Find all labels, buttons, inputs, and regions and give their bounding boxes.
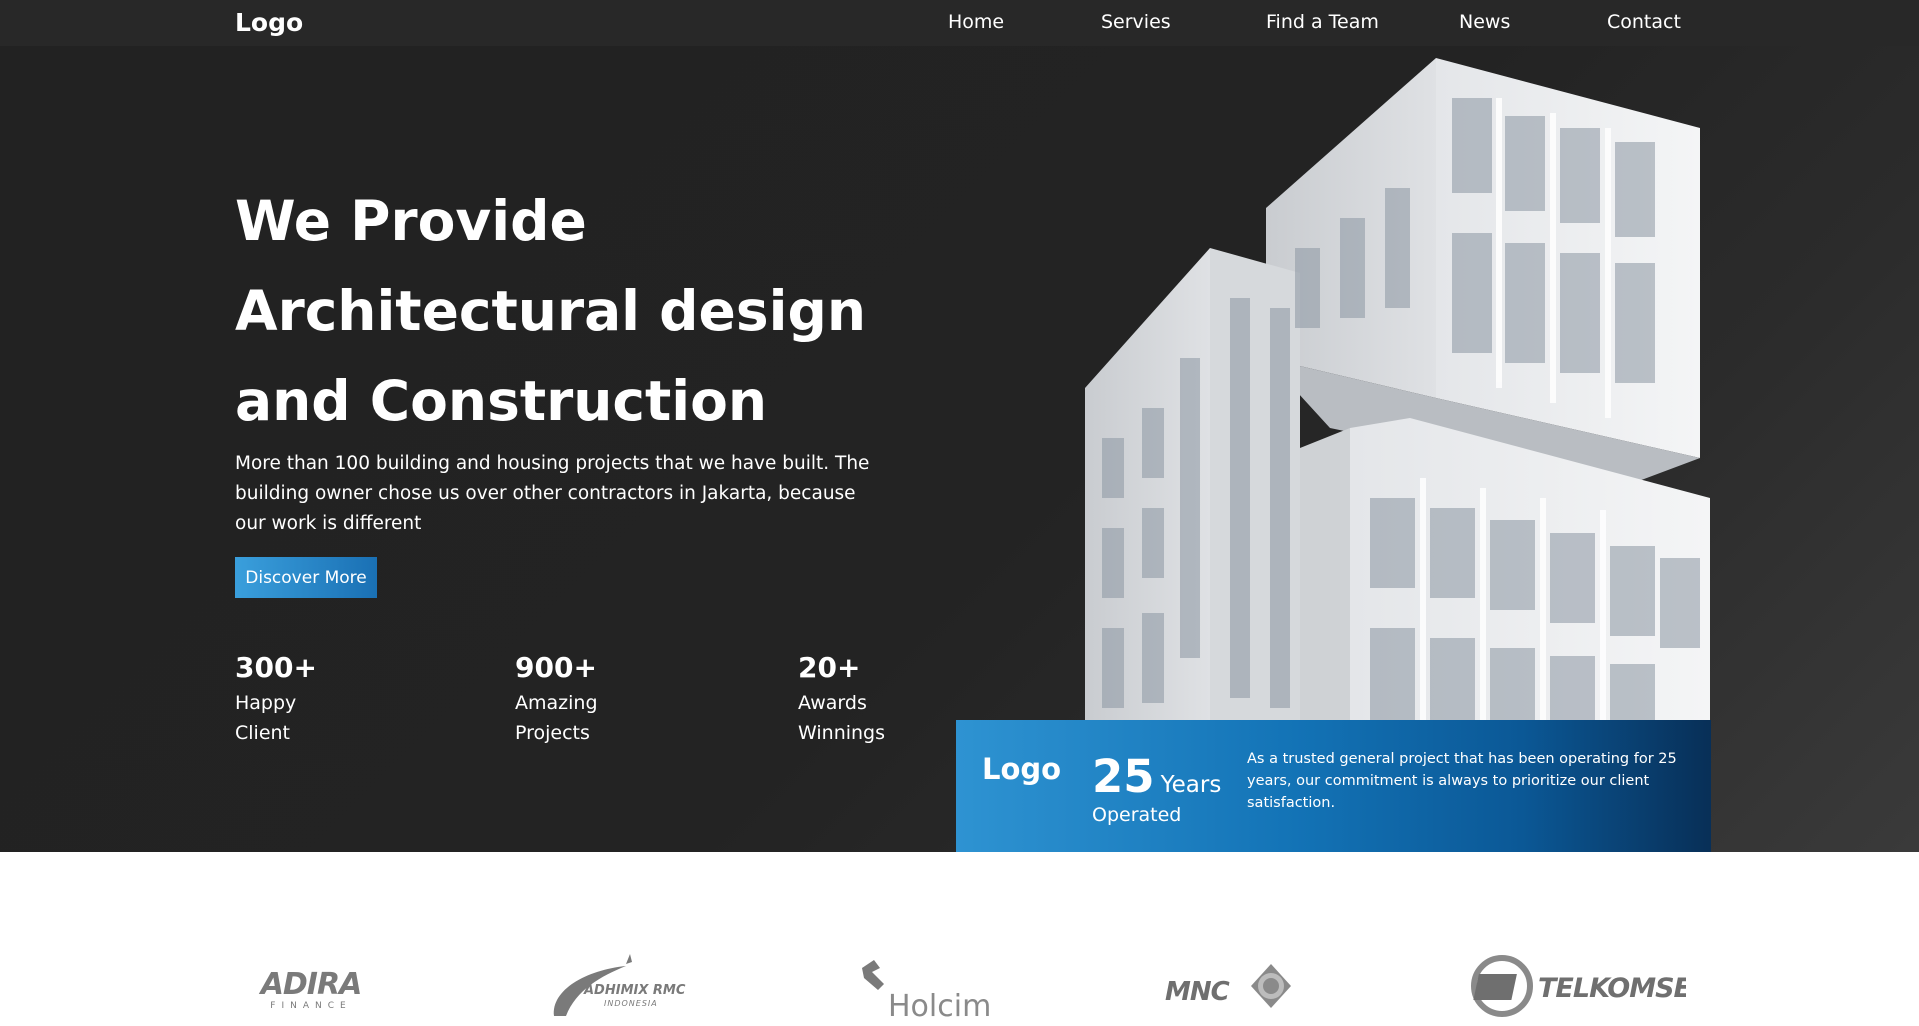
stat-label-line: Happy [235, 692, 297, 714]
operated-label: Operated [1092, 804, 1182, 826]
hero-title: We Provide Architectural design and Cons… [235, 189, 866, 433]
stat-amazing-projects: 900+ Amazing Projects [515, 650, 645, 748]
stat-label-line: Amazing [515, 692, 598, 714]
adira-finance-logo: ADIRA FINANCE [259, 967, 363, 1011]
nav-link-find-a-team[interactable]: Find a Team [1266, 11, 1459, 33]
nav-link-home[interactable]: Home [948, 11, 1101, 33]
telkomsel-logo-text: TELKOMSEL [1538, 973, 1686, 1004]
nav-link-contact[interactable]: Contact [1607, 11, 1681, 33]
discover-more-button[interactable]: Discover More [235, 557, 377, 598]
stat-awards-winnings: 20+ Awards Winnings [798, 650, 928, 748]
stat-number: 20+ [798, 651, 861, 684]
card-description: As a trusted general project that has be… [1247, 751, 1677, 811]
adhimix-rmc-logo: ADHIMIX RMC INDONESIA [553, 954, 686, 1016]
adhimix-logo-text: ADHIMIX RMC [583, 983, 686, 998]
nav-logo[interactable]: Logo [235, 8, 303, 37]
years-operated: 25 Years [1092, 750, 1221, 803]
company-info-card: Logo 25 Years Operated As a trusted gener… [956, 720, 1711, 852]
holcim-logo: Holcim [862, 960, 991, 1020]
stat-label: Happy Client [235, 688, 395, 748]
telkomsel-logo: TELKOMSEL [1471, 955, 1686, 1017]
hero-section: We Provide Architectural design and Cons… [0, 46, 1919, 852]
hero-description: More than 100 building and housing proje… [235, 453, 870, 534]
stat-label-line: Projects [515, 722, 590, 744]
top-navbar: Logo Home Servies Find a Team News Conta… [0, 0, 1919, 46]
stat-number: 300+ [235, 651, 317, 684]
stat-label-line: Awards [798, 692, 867, 714]
stat-number: 900+ [515, 651, 597, 684]
stat-happy-client: 300+ Happy Client [235, 650, 395, 748]
adira-logo-subtext: FINANCE [270, 1001, 351, 1011]
stat-label: Awards Winnings [798, 688, 928, 748]
client-logos-strip: ADIRA FINANCE ADHIMIX RMC INDONESIA Holc… [0, 852, 1919, 1026]
nav-links: Home Servies Find a Team News Contact [948, 11, 1681, 33]
mnc-logo-text: MNC [1165, 977, 1230, 1007]
mnc-logo: MNC [1165, 964, 1291, 1008]
stat-label-line: Client [235, 722, 291, 744]
stat-label-line: Winnings [798, 722, 886, 744]
page: Logo Home Servies Find a Team News Conta… [0, 0, 1919, 1026]
holcim-logo-text: Holcim [888, 989, 991, 1020]
years-number: 25 [1092, 750, 1155, 803]
years-unit: Years [1160, 772, 1222, 798]
adhimix-logo-subtext: INDONESIA [604, 999, 658, 1008]
building-image [1085, 58, 1710, 726]
adira-logo-text: ADIRA [259, 967, 362, 1002]
stat-label: Amazing Projects [515, 688, 645, 748]
nav-link-services[interactable]: Servies [1101, 11, 1266, 33]
card-logo: Logo [982, 752, 1062, 786]
nav-link-news[interactable]: News [1459, 11, 1607, 33]
